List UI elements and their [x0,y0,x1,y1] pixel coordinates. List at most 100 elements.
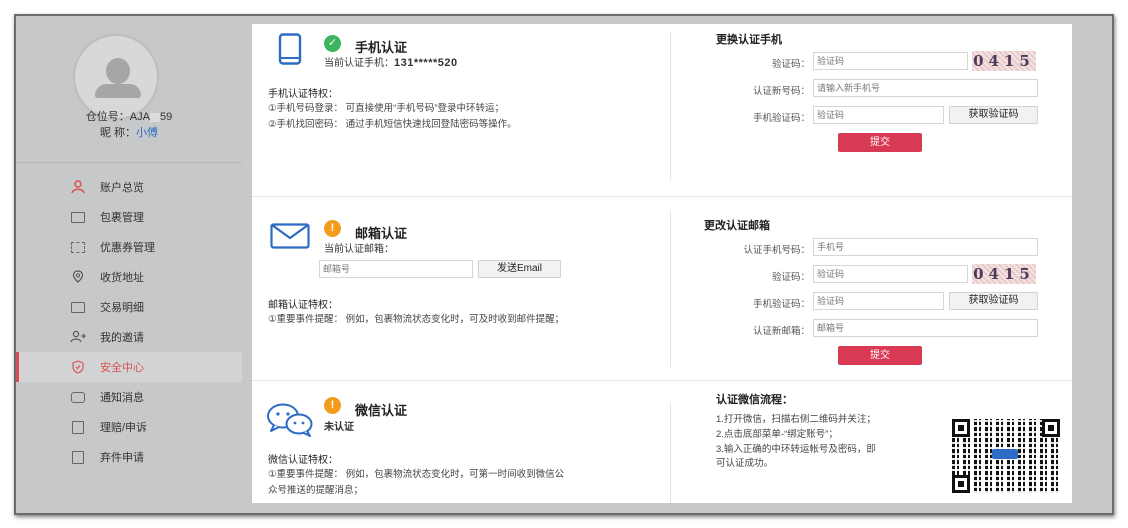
email-vertical-divider [670,211,671,367]
phone-sms-code-input[interactable]: 验证码 [813,106,944,124]
sidebar-item-notifications[interactable]: 通知消息 [16,382,242,412]
change-email-title: 更改认证邮箱 [704,220,770,232]
profile-divider [16,162,242,163]
auth-phone-label: 认证手机号码： [743,245,810,256]
current-phone-value: 131*****520 [394,57,458,69]
phone-captcha-image[interactable]: 0415 [972,51,1036,71]
nickname-label: 昵 称： [99,127,137,139]
wechat-step-3: 3.输入正确的中环转运帐号及密码，即 [716,444,876,455]
new-email-input[interactable]: 邮箱号 [813,319,1038,337]
current-email-label: 当前认证邮箱： [324,244,394,255]
captcha-label: 验证码： [771,272,810,283]
envelope-icon [270,223,310,252]
avatar-head-shape [106,58,130,84]
sidebar-item-account-overview[interactable]: 账户总览 [16,172,242,202]
captcha-label: 验证码： [771,59,810,70]
phone-privilege-2: ②手机找回密码： 通过手机短信快速找回登陆密码等操作。 [268,119,517,130]
sidebar-item-label: 通知消息 [100,392,144,404]
sidebar: 仓位号：AJA 59 昵 称：小傅 账户总览 包裹管理 优惠券管理 收货地址 交… [16,16,242,513]
sidebar-item-addresses[interactable]: 收货地址 [16,262,242,292]
email-submit-button[interactable]: 提交 [838,346,922,365]
qr-center-logo [992,449,1018,459]
sidebar-item-label: 包裹管理 [100,212,144,224]
sms-code-label: 手机验证码： [752,113,810,124]
sidebar-item-label: 我的邀请 [100,332,144,344]
unverified-warning-icon: ! [324,220,341,237]
phone-get-code-button[interactable]: 获取验证码 [949,106,1038,124]
email-input[interactable]: 邮箱号 [319,260,473,278]
sidebar-item-transactions[interactable]: 交易明细 [16,292,242,322]
qr-finder-pattern [952,475,970,493]
sidebar-item-label: 安全中心 [100,362,144,374]
sms-code-label: 手机验证码： [752,299,810,310]
wechat-privileges-title: 微信认证特权： [268,455,338,466]
email-privilege-1: ①重要事件提醒： 例如，包裹物流状态变化时，可及时收到邮件提醒； [268,314,565,325]
wechat-step-3-continued: 可认证成功。 [716,458,774,469]
wechat-icon [266,403,314,440]
wechat-privilege-1: ①重要事件提醒： 例如，包裹物流状态变化时，可第一时间收到微信公 [268,469,565,480]
current-phone: 当前认证手机：131*****520 [324,54,458,69]
sidebar-item-invitations[interactable]: 我的邀请 [16,322,242,352]
email-captcha-input[interactable]: 验证码 [813,265,968,283]
invite-icon [70,330,86,344]
verified-check-icon: ✓ [324,35,341,52]
account-number: 仓位号：AJA 59 [16,108,242,124]
coupon-icon [70,240,86,254]
phone-privilege-1: ①手机号码登录： 可直接使用“手机号码”登录中环转运； [268,103,504,114]
sidebar-item-label: 理赔/申诉 [100,422,148,434]
sidebar-item-label: 弃件申请 [100,452,144,464]
wechat-step-2: 2.点击底部菜单-“绑定账号”； [716,429,838,440]
app-frame: 仓位号：AJA 59 昵 称：小傅 账户总览 包裹管理 优惠券管理 收货地址 交… [14,14,1114,515]
sidebar-item-packages[interactable]: 包裹管理 [16,202,242,232]
email-get-code-button[interactable]: 获取验证码 [949,292,1038,310]
claim-icon [70,420,86,434]
security-content-panel: ✓ 手机认证 当前认证手机：131*****520 手机认证特权： ①手机号码登… [252,24,1072,503]
user-icon [70,180,86,194]
wechat-flow-title: 认证微信流程： [716,394,793,406]
phone-icon [278,33,302,68]
unverified-warning-icon: ! [324,397,341,414]
phone-vertical-divider [670,32,671,180]
sidebar-item-label: 收货地址 [100,272,144,284]
new-phone-input[interactable]: 请输入新手机号 [813,79,1038,97]
phone-submit-button[interactable]: 提交 [838,133,922,152]
nickname: 昵 称：小傅 [16,124,242,140]
email-captcha-image[interactable]: 0415 [972,264,1036,284]
account-label: 仓位号：AJA [85,111,150,123]
wechat-qr-code [952,419,1060,493]
auth-phone-input[interactable]: 手机号 [813,238,1038,256]
wechat-step-1: 1.打开微信，扫描右侧二维码并关注； [716,414,876,425]
wechat-privilege-1-continued: 众号推送的提醒消息； [268,485,364,496]
current-phone-label: 当前认证手机： [324,58,394,69]
qr-finder-pattern [952,419,970,437]
shield-icon [70,360,86,374]
change-phone-title: 更换认证手机 [716,34,782,46]
nickname-value[interactable]: 小傅 [136,127,158,139]
sidebar-item-claims[interactable]: 理赔/申诉 [16,412,242,442]
sidebar-item-coupons[interactable]: 优惠券管理 [16,232,242,262]
wechat-status: 未认证 [324,422,354,433]
wechat-vertical-divider [670,403,671,503]
sidebar-item-security-center[interactable]: 安全中心 [16,352,242,382]
email-auth-section: ! 邮箱认证 当前认证邮箱： 邮箱号 发送Email 邮箱认证特权： ①重要事件… [252,197,1072,380]
message-icon [70,390,86,404]
new-phone-label: 认证新号码： [752,86,810,97]
sidebar-item-label: 交易明细 [100,302,144,314]
sidebar-item-discard-request[interactable]: 弃件申请 [16,442,242,472]
sidebar-item-label: 账户总览 [100,182,144,194]
new-email-label: 认证新邮箱： [752,326,810,337]
package-icon [70,210,86,224]
qr-finder-pattern [1042,419,1060,437]
send-email-button[interactable]: 发送Email [478,260,561,278]
phone-captcha-input[interactable]: 验证码 [813,52,968,70]
account-tail: 59 [159,111,173,123]
email-sms-code-input[interactable]: 验证码 [813,292,944,310]
masked-block [149,112,160,122]
avatar-body-shape [95,84,141,98]
wechat-auth-section: ! 微信认证 未认证 微信认证特权： ①重要事件提醒： 例如，包裹物流状态变化时… [252,381,1072,503]
sidebar-item-label: 优惠券管理 [100,242,155,254]
phone-privileges-title: 手机认证特权： [268,89,338,100]
phone-auth-section: ✓ 手机认证 当前认证手机：131*****520 手机认证特权： ①手机号码登… [252,24,1072,196]
location-icon [70,270,86,284]
wechat-auth-title: 微信认证 [355,403,408,418]
